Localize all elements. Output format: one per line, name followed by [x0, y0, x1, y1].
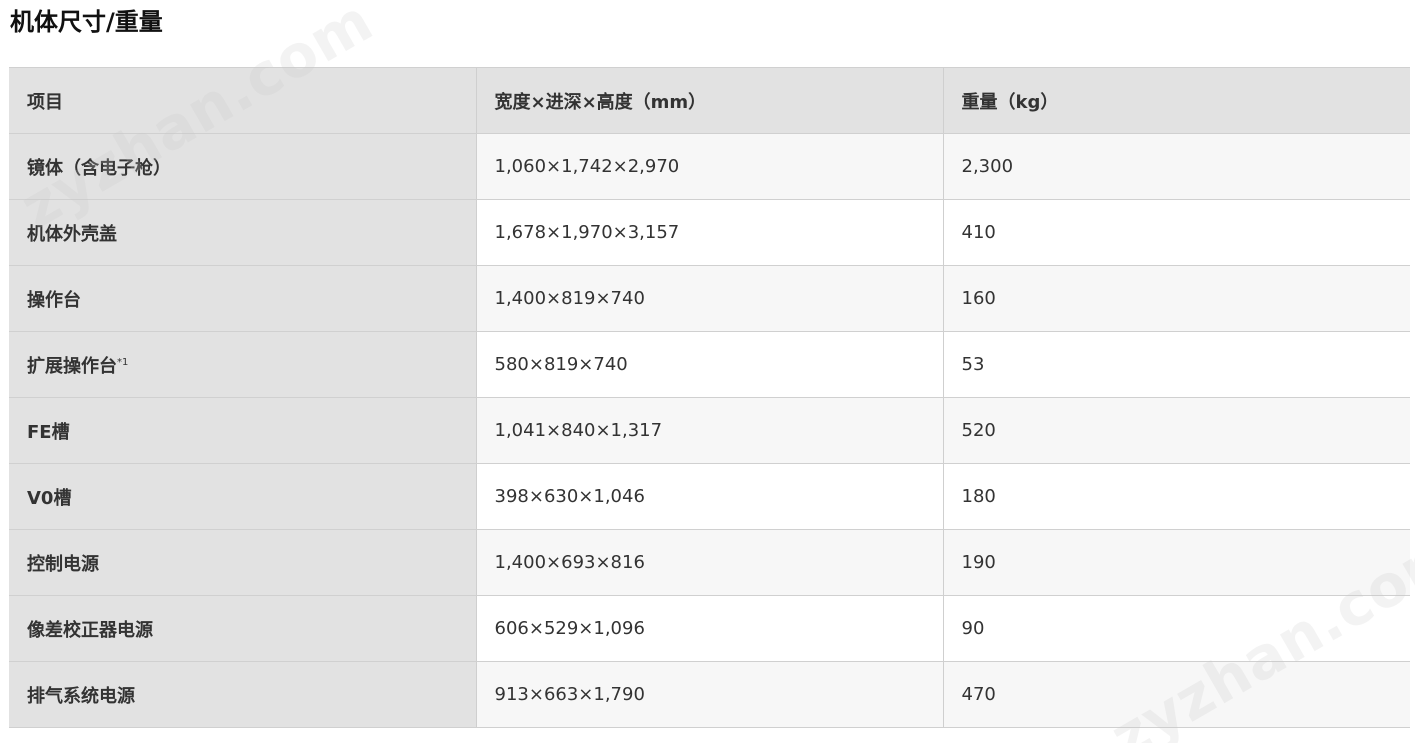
- table-row: 排气系统电源 913×663×1,790 470: [9, 661, 1410, 728]
- table-row: FE槽 1,041×840×1,317 520: [9, 397, 1410, 464]
- row-name: 机体外壳盖: [9, 199, 476, 266]
- row-dimensions: 913×663×1,790: [475, 661, 943, 728]
- row-dimensions: 398×630×1,046: [475, 463, 943, 530]
- row-weight: 470: [942, 661, 1410, 728]
- row-weight: 520: [942, 397, 1410, 464]
- row-name-text: FE槽: [27, 421, 70, 443]
- row-name-text: 像差校正器电源: [27, 619, 153, 641]
- table-row: 镜体（含电子枪） 1,060×1,742×2,970 2,300: [9, 133, 1410, 200]
- table-row: 扩展操作台*1 580×819×740 53: [9, 331, 1410, 398]
- spec-table: 项目 宽度×进深×高度（mm） 重量（kg） 镜体（含电子枪） 1,060×1,…: [9, 67, 1410, 728]
- row-dimensions: 1,400×819×740: [475, 265, 943, 332]
- row-note: *1: [117, 356, 129, 368]
- header-item: 项目: [9, 67, 476, 134]
- row-name-text: 排气系统电源: [27, 685, 135, 707]
- row-name: 像差校正器电源: [9, 595, 476, 662]
- table-row: 像差校正器电源 606×529×1,096 90: [9, 595, 1410, 662]
- row-name-text: 扩展操作台: [27, 355, 117, 377]
- row-name-text: 镜体（含电子枪）: [27, 157, 171, 179]
- table-row: V0槽 398×630×1,046 180: [9, 463, 1410, 530]
- row-weight: 410: [942, 199, 1410, 266]
- row-name: 控制电源: [9, 529, 476, 596]
- row-name: 镜体（含电子枪）: [9, 133, 476, 200]
- row-weight: 180: [942, 463, 1410, 530]
- row-name: FE槽: [9, 397, 476, 464]
- row-name: 扩展操作台*1: [9, 331, 476, 398]
- header-dimensions: 宽度×进深×高度（mm）: [475, 67, 943, 134]
- page-title: 机体尺寸/重量: [10, 8, 163, 36]
- row-dimensions: 1,041×840×1,317: [475, 397, 943, 464]
- row-dimensions: 1,678×1,970×3,157: [475, 199, 943, 266]
- table-header-row: 项目 宽度×进深×高度（mm） 重量（kg）: [9, 67, 1410, 134]
- row-name: 排气系统电源: [9, 661, 476, 728]
- page: 机体尺寸/重量 项目 宽度×进深×高度（mm） 重量（kg） 镜体（含电子枪） …: [0, 0, 1415, 743]
- row-name: V0槽: [9, 463, 476, 530]
- row-weight: 2,300: [942, 133, 1410, 200]
- row-weight: 160: [942, 265, 1410, 332]
- row-dimensions: 1,400×693×816: [475, 529, 943, 596]
- row-dimensions: 606×529×1,096: [475, 595, 943, 662]
- row-weight: 90: [942, 595, 1410, 662]
- row-name-text: V0槽: [27, 487, 72, 509]
- table-row: 控制电源 1,400×693×816 190: [9, 529, 1410, 596]
- row-name: 操作台: [9, 265, 476, 332]
- header-weight: 重量（kg）: [942, 67, 1410, 134]
- row-name-text: 操作台: [27, 289, 81, 311]
- row-dimensions: 1,060×1,742×2,970: [475, 133, 943, 200]
- table-row: 机体外壳盖 1,678×1,970×3,157 410: [9, 199, 1410, 266]
- row-weight: 53: [942, 331, 1410, 398]
- table-row: 操作台 1,400×819×740 160: [9, 265, 1410, 332]
- row-name-text: 控制电源: [27, 553, 99, 575]
- row-name-text: 机体外壳盖: [27, 223, 117, 245]
- row-weight: 190: [942, 529, 1410, 596]
- row-dimensions: 580×819×740: [475, 331, 943, 398]
